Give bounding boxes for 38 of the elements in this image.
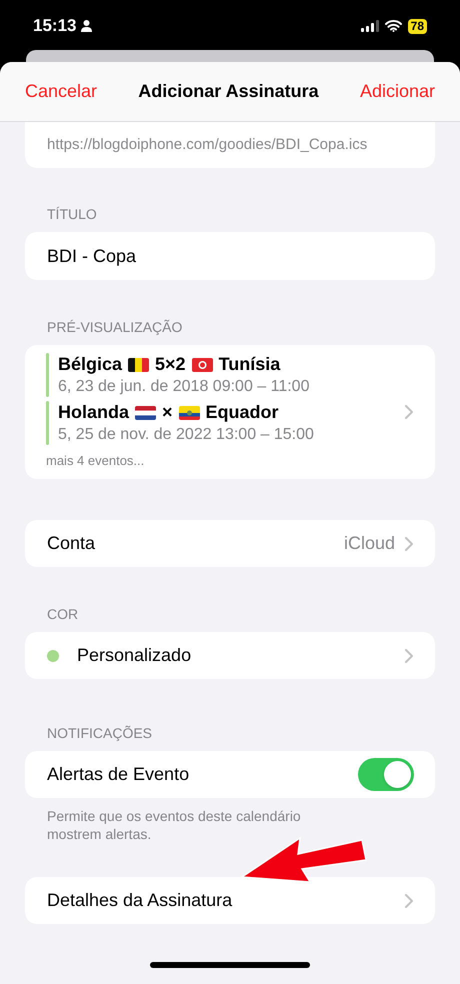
- flag-icon: [135, 406, 156, 420]
- section-header: NOTIFICAÇÕES: [46, 724, 154, 743]
- wifi-icon: [384, 20, 402, 32]
- event-title-text: ×: [162, 401, 173, 424]
- section-header: TÍTULO: [46, 205, 98, 224]
- battery-indicator: 78: [408, 18, 427, 34]
- signal-icon: [360, 20, 379, 32]
- event-alerts-label: Alertas de Evento: [47, 763, 190, 786]
- more-events-text: mais 4 eventos...: [46, 452, 146, 470]
- add-button[interactable]: Adicionar: [360, 78, 435, 105]
- details-row[interactable]: Detalhes da Assinatura: [25, 877, 435, 924]
- cancel-button[interactable]: Cancelar: [25, 78, 98, 105]
- chevron-right-icon: [405, 894, 413, 908]
- alerts-footnote: Permite que os eventos deste calendário mostrem alertas.: [46, 807, 302, 843]
- chevron-right-icon: [405, 536, 413, 550]
- url-text: https://blogdoiphone.com/goodies/BDI_Copa.ics: [47, 134, 368, 155]
- event-title-text: Holanda: [58, 401, 130, 424]
- title-field[interactable]: BDI - Copa: [25, 232, 435, 280]
- flag-icon: [178, 406, 200, 420]
- alerts-toggle[interactable]: [358, 758, 414, 791]
- section-header: COR: [46, 605, 80, 624]
- sheet-title: Adicionar Assinatura: [138, 80, 319, 103]
- preview-card[interactable]: Bélgica 5×2 Tunísia 6, 23 de jun. de 2018 09:00 – 11:00 Holanda × Equador 5, 25 de nov. de 2022 13:00 – 15:00 mais 4 eventos...: [25, 345, 435, 479]
- event-time: 6, 23 de jun. de 2018 09:00 – 11:00: [58, 377, 310, 398]
- event-title-text: 5×2: [155, 353, 186, 376]
- event-title-text: Tunísia: [218, 353, 280, 376]
- chevron-right-icon: [405, 648, 413, 662]
- account-row[interactable]: Conta iCloud: [25, 520, 435, 567]
- person-icon: [81, 20, 92, 32]
- color-row[interactable]: Personalizado: [25, 632, 435, 679]
- flag-icon: [192, 358, 213, 372]
- section-header: PRÉ-VISUALIZAÇÃO: [46, 318, 184, 337]
- event-title-text: Bélgica: [58, 353, 122, 376]
- event-title-text: Equador: [206, 401, 279, 424]
- status-time: 15:13: [33, 15, 76, 38]
- event-time: 5, 25 de nov. de 2022 13:00 – 15:00: [58, 425, 314, 446]
- chevron-right-icon: [405, 405, 413, 419]
- flag-icon: [128, 358, 150, 372]
